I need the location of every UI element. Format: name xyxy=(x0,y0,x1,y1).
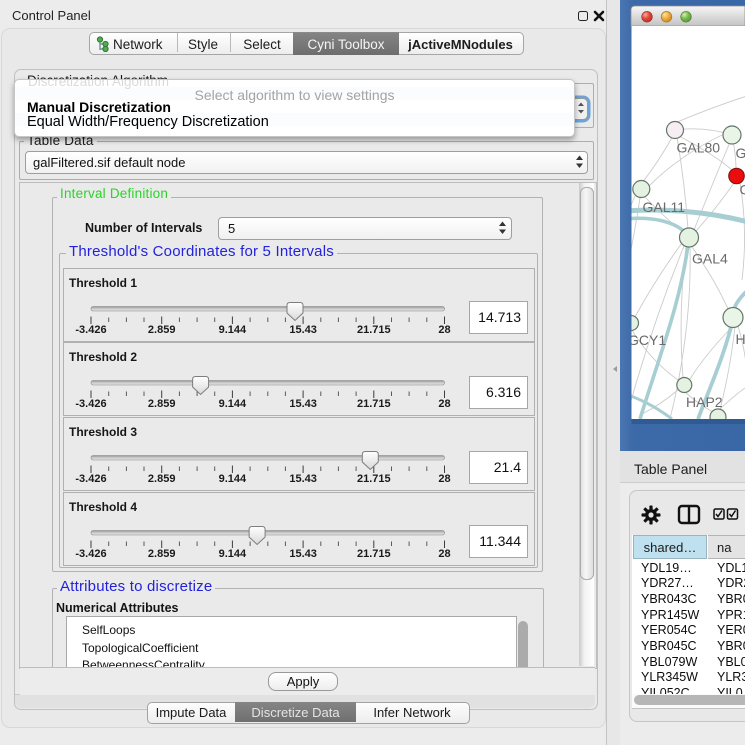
svg-text:Threshold 1: Threshold 1 xyxy=(69,276,137,290)
svg-text:HAP2: HAP2 xyxy=(686,394,723,410)
svg-text:28: 28 xyxy=(438,324,450,336)
svg-text:GAL80: GAL80 xyxy=(677,140,721,156)
svg-text:GAL11: GAL11 xyxy=(643,199,686,215)
svg-text:15.43: 15.43 xyxy=(289,324,317,336)
svg-text:15.43: 15.43 xyxy=(289,548,317,560)
svg-text:C: C xyxy=(740,182,745,198)
svg-text:Threshold 4: Threshold 4 xyxy=(69,500,137,514)
svg-text:21.715: 21.715 xyxy=(357,548,391,560)
svg-text:21.715: 21.715 xyxy=(357,473,391,485)
svg-text:9.144: 9.144 xyxy=(219,473,247,485)
svg-text:9.144: 9.144 xyxy=(219,324,247,336)
svg-text:15.43: 15.43 xyxy=(289,398,317,410)
svg-text:28: 28 xyxy=(438,398,450,410)
svg-text:2.859: 2.859 xyxy=(148,398,176,410)
svg-text:GAL4: GAL4 xyxy=(692,251,728,267)
svg-text:GA: GA xyxy=(736,145,745,161)
svg-text:Threshold 2: Threshold 2 xyxy=(69,350,137,364)
svg-text:28: 28 xyxy=(438,473,450,485)
svg-text:-3.426: -3.426 xyxy=(75,473,106,485)
svg-text:15.43: 15.43 xyxy=(289,473,317,485)
svg-text:-3.426: -3.426 xyxy=(75,324,106,336)
svg-text:2.859: 2.859 xyxy=(148,473,176,485)
svg-text:HI: HI xyxy=(736,331,745,347)
svg-text:-3.426: -3.426 xyxy=(75,548,106,560)
svg-text:Threshold 3: Threshold 3 xyxy=(69,425,137,439)
svg-text:2.859: 2.859 xyxy=(148,548,176,560)
svg-text:-3.426: -3.426 xyxy=(75,398,106,410)
svg-text:9.144: 9.144 xyxy=(219,548,247,560)
svg-text:9.144: 9.144 xyxy=(219,398,247,410)
svg-text:21.715: 21.715 xyxy=(357,398,391,410)
svg-text:2.859: 2.859 xyxy=(148,324,176,336)
svg-text:28: 28 xyxy=(438,548,450,560)
svg-text:21.715: 21.715 xyxy=(357,324,391,336)
svg-text:GCY1: GCY1 xyxy=(628,332,666,348)
